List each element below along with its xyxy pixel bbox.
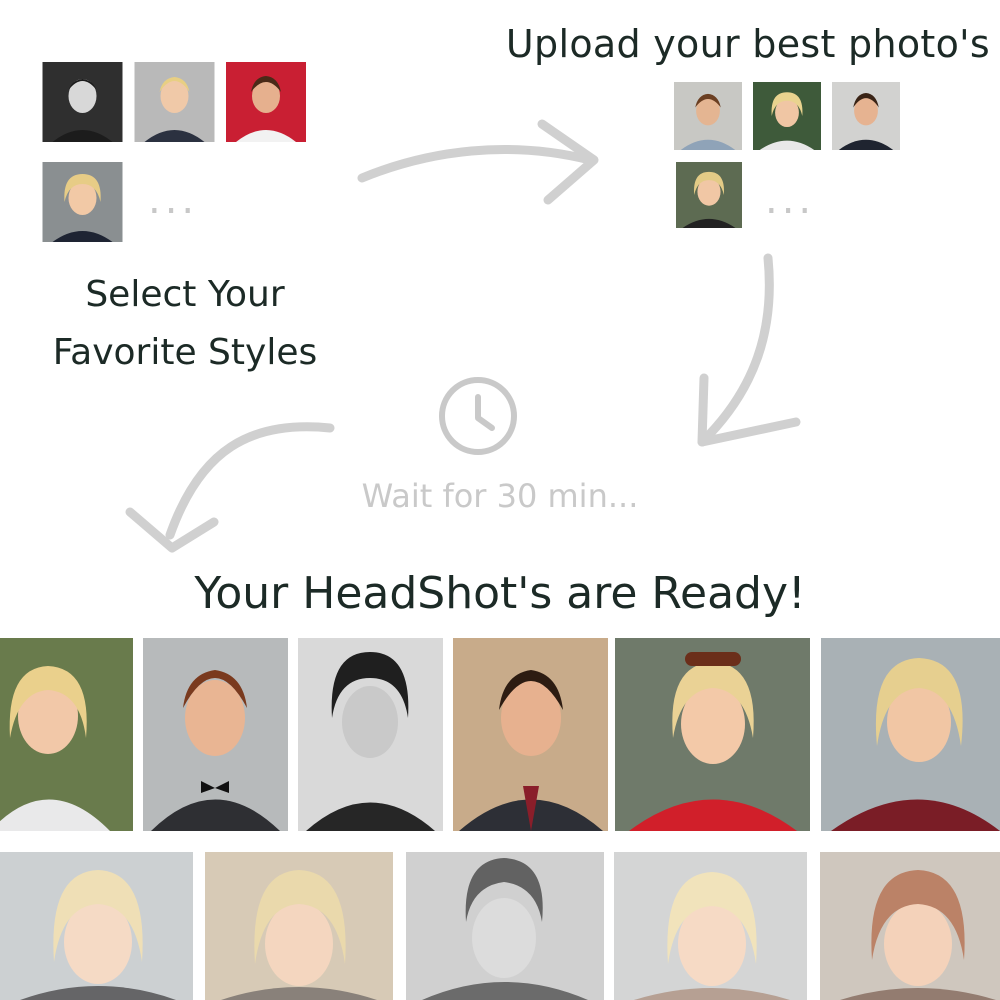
flow-arrows — [125, 119, 801, 553]
style-photo[interactable] — [42, 162, 123, 242]
curved-arrow-icon — [165, 422, 335, 540]
headshot-result[interactable] — [0, 638, 133, 831]
arrow-head — [537, 119, 599, 205]
uploaded-photo[interactable] — [676, 162, 742, 228]
headshot-result[interactable] — [453, 638, 608, 831]
uploaded-photo[interactable] — [832, 82, 900, 150]
more-uploads-ellipsis: ... — [765, 177, 816, 223]
headshot-result[interactable] — [821, 638, 1000, 831]
style-photo[interactable] — [42, 62, 123, 142]
style-photo[interactable] — [226, 62, 306, 142]
headshot-result[interactable] — [614, 852, 807, 1000]
headshot-result[interactable] — [298, 638, 443, 831]
headshot-result[interactable] — [143, 638, 288, 831]
headshot-result[interactable] — [205, 852, 393, 1000]
headshot-result[interactable] — [820, 852, 1000, 1000]
headshot-result[interactable] — [0, 852, 193, 1000]
more-styles-ellipsis: ... — [148, 177, 199, 223]
curved-arrow-icon — [357, 145, 595, 183]
uploaded-photo[interactable] — [674, 82, 742, 150]
uploaded-photo[interactable] — [753, 82, 821, 150]
curved-arrow-icon — [697, 253, 774, 447]
headshot-result[interactable] — [406, 852, 604, 1000]
style-photo[interactable] — [134, 62, 215, 142]
headshot-result[interactable] — [615, 638, 810, 831]
